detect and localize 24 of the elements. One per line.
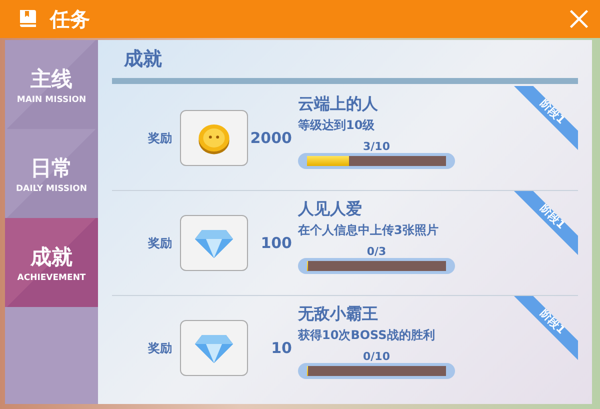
reward-label: 奖励	[146, 234, 172, 252]
reward-amount: 10	[270, 339, 292, 357]
progress-text: 3/10	[362, 140, 391, 153]
reward-amount: 100	[260, 234, 292, 252]
progress-text: 0/10	[362, 350, 391, 363]
reward-label: 奖励	[146, 130, 172, 146]
sidebar-tab[interactable]: 主线 MAIN MISSION	[5, 40, 98, 129]
sidebar-tab[interactable]: 日常 DAILY MISSION	[5, 129, 98, 218]
diamond-icon	[194, 332, 234, 364]
achievement-title: 无敌小霸王	[298, 304, 378, 325]
sidebar-tab[interactable]: 成就 ACHIEVEMENT	[5, 218, 98, 307]
achievement-title: 云端上的人	[298, 94, 378, 115]
close-icon[interactable]	[568, 8, 590, 30]
reward-amount: 2000	[249, 129, 292, 147]
achievement-description: 获得10次BOSS战的胜利	[298, 327, 435, 344]
diamond-icon	[194, 227, 234, 259]
section-title: 成就	[122, 47, 163, 72]
progress-text: 0/3	[366, 245, 388, 258]
achievement-description: 等级达到10级	[298, 117, 375, 134]
reward-label: 奖励	[146, 340, 172, 356]
achievement-description: 在个人信息中上传3张照片	[298, 222, 438, 239]
achievement-title: 人见人爱	[298, 199, 362, 220]
book-icon	[18, 9, 38, 29]
window-title: 任务	[50, 6, 91, 32]
